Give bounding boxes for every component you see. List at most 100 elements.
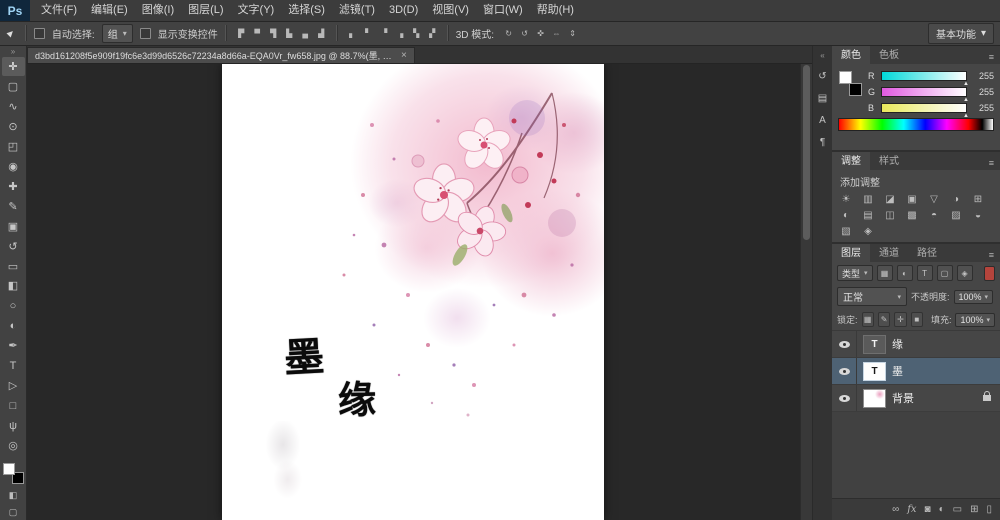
- tab-styles[interactable]: 样式: [870, 152, 908, 170]
- opacity-input[interactable]: 100% ▾: [954, 290, 994, 304]
- blue-channel-slider[interactable]: ▲: [881, 103, 967, 113]
- menu-3d[interactable]: 3D(D): [382, 0, 425, 21]
- menu-window[interactable]: 窗口(W): [476, 0, 530, 21]
- layer-row-background[interactable]: 背景: [832, 385, 1000, 412]
- distribute-left-edges-button[interactable]: ▗: [393, 26, 408, 41]
- brightness-contrast-icon[interactable]: ☀: [838, 192, 854, 206]
- lock-all-button[interactable]: ■: [911, 312, 923, 327]
- scrollbar-thumb[interactable]: [803, 65, 810, 240]
- layer-row-mo-selected[interactable]: T 墨: [832, 358, 1000, 385]
- new-group-icon[interactable]: ▭: [953, 504, 962, 515]
- menu-view[interactable]: 视图(V): [425, 0, 476, 21]
- filter-shape-layers-icon[interactable]: ▢: [937, 265, 953, 281]
- eraser-tool-button[interactable]: ▭: [2, 257, 25, 276]
- quick-selection-tool-button[interactable]: ⊙: [2, 117, 25, 136]
- red-channel-value[interactable]: 255: [972, 71, 994, 81]
- align-bottom-edges-button[interactable]: ▟: [314, 26, 329, 41]
- foreground-background-swatches[interactable]: [2, 462, 24, 484]
- layer-visibility-toggle[interactable]: [832, 358, 857, 384]
- foreground-color-swatch[interactable]: [3, 463, 15, 475]
- paragraph-panel-icon[interactable]: ¶: [820, 137, 825, 148]
- zoom-tool-button[interactable]: ◎: [2, 436, 25, 455]
- color-lookup-icon[interactable]: ▩: [904, 208, 920, 222]
- menu-file[interactable]: 文件(F): [34, 0, 84, 21]
- current-tool-icon[interactable]: ►: [4, 26, 19, 41]
- layer-visibility-toggle[interactable]: [832, 385, 857, 411]
- green-channel-value[interactable]: 255: [972, 87, 994, 97]
- align-right-edges-button[interactable]: ▜: [266, 26, 281, 41]
- channel-mixer-icon[interactable]: ◫: [882, 208, 898, 222]
- foreground-color-swatch[interactable]: [839, 71, 852, 84]
- filter-smart-objects-icon[interactable]: ◈: [957, 265, 973, 281]
- distribute-horizontal-centers-button[interactable]: ▚: [409, 26, 424, 41]
- crop-tool-button[interactable]: ◰: [2, 137, 25, 156]
- hue-saturation-icon[interactable]: ◑: [948, 192, 964, 206]
- align-top-edges-button[interactable]: ▙: [282, 26, 297, 41]
- expand-panels-button[interactable]: «: [820, 51, 824, 60]
- tab-adjustments[interactable]: 调整: [832, 152, 870, 170]
- exposure-icon[interactable]: ▣: [904, 192, 920, 206]
- tab-channels[interactable]: 通道: [870, 244, 908, 262]
- background-color-swatch[interactable]: [849, 83, 862, 96]
- posterize-icon[interactable]: ▨: [948, 208, 964, 222]
- green-channel-slider[interactable]: ▲: [881, 87, 967, 97]
- distribute-bottom-edges-button[interactable]: ▝: [377, 26, 392, 41]
- screen-mode-button[interactable]: ▢: [4, 506, 22, 520]
- panel-menu-icon[interactable]: ≡: [983, 248, 1000, 262]
- pen-tool-button[interactable]: ✒: [2, 336, 25, 355]
- invert-icon[interactable]: ◓: [926, 208, 942, 222]
- path-selection-tool-button[interactable]: ▷: [2, 376, 25, 395]
- filter-type-layers-icon[interactable]: T: [917, 265, 933, 281]
- link-layers-icon[interactable]: ∞: [892, 504, 899, 515]
- selective-color-icon[interactable]: ▧: [838, 224, 854, 238]
- move-tool-button[interactable]: ✛: [2, 57, 25, 76]
- background-layer-thumbnail[interactable]: [863, 389, 886, 408]
- filter-adjustment-layers-icon[interactable]: ◐: [897, 265, 913, 281]
- layer-filter-type-dropdown[interactable]: 类型 ▾: [837, 265, 873, 281]
- color-spectrum-ramp[interactable]: [838, 118, 994, 131]
- layer-mask-icon[interactable]: ◙: [925, 504, 931, 515]
- distribute-right-edges-button[interactable]: ▞: [425, 26, 440, 41]
- distribute-top-edges-button[interactable]: ▖: [345, 26, 360, 41]
- 3d-drag-button[interactable]: ✜: [533, 26, 548, 41]
- lock-position-button[interactable]: ✛: [894, 312, 906, 327]
- photo-filter-icon[interactable]: ▤: [860, 208, 876, 222]
- slider-thumb-icon[interactable]: ▲: [963, 113, 969, 119]
- canvas-area[interactable]: 墨 缘: [27, 63, 812, 520]
- text-layer-thumbnail[interactable]: T: [863, 362, 886, 381]
- blue-channel-value[interactable]: 255: [972, 103, 994, 113]
- text-layer-thumbnail[interactable]: T: [863, 335, 886, 354]
- distribute-vertical-centers-button[interactable]: ▘: [361, 26, 376, 41]
- hand-tool-button[interactable]: ψ: [2, 416, 25, 435]
- type-tool-button[interactable]: T: [2, 356, 25, 375]
- document-tab[interactable]: d3bd161208f5e909f19fc6e3d99d6526c72234a8…: [27, 47, 415, 63]
- auto-select-target-dropdown[interactable]: 组 ▾: [102, 24, 133, 43]
- align-horizontal-centers-button[interactable]: ▀: [250, 26, 265, 41]
- delete-layer-icon[interactable]: ▯: [986, 504, 992, 515]
- threshold-icon[interactable]: ◒: [970, 208, 986, 222]
- properties-panel-icon[interactable]: ▤: [818, 93, 827, 104]
- tab-layers[interactable]: 图层: [832, 244, 870, 262]
- character-panel-icon[interactable]: A: [819, 115, 826, 126]
- layer-filter-toggle-switch[interactable]: [984, 266, 995, 281]
- new-adjustment-layer-icon[interactable]: ◐: [939, 504, 945, 515]
- menu-edit[interactable]: 编辑(E): [84, 0, 135, 21]
- levels-icon[interactable]: ▥: [860, 192, 876, 206]
- tab-color[interactable]: 颜色: [832, 46, 870, 64]
- lock-transparency-button[interactable]: ▦: [862, 312, 874, 327]
- brush-tool-button[interactable]: ✎: [2, 197, 25, 216]
- blur-tool-button[interactable]: ○: [2, 296, 25, 315]
- layer-name[interactable]: 背景: [892, 390, 914, 406]
- clone-stamp-tool-button[interactable]: ▣: [2, 217, 25, 236]
- layer-name[interactable]: 墨: [892, 363, 903, 379]
- tab-swatches[interactable]: 色板: [870, 46, 908, 64]
- red-channel-slider[interactable]: ▲: [881, 71, 967, 81]
- 3d-scale-button[interactable]: ⇕: [565, 26, 580, 41]
- vibrance-icon[interactable]: ▽: [926, 192, 942, 206]
- layer-style-icon[interactable]: fx: [907, 504, 916, 515]
- gradient-map-icon[interactable]: ◈: [860, 224, 876, 238]
- menu-select[interactable]: 选择(S): [281, 0, 332, 21]
- dodge-tool-button[interactable]: ◐: [2, 316, 25, 335]
- canvas-vertical-scrollbar[interactable]: [800, 63, 812, 520]
- menu-layer[interactable]: 图层(L): [181, 0, 230, 21]
